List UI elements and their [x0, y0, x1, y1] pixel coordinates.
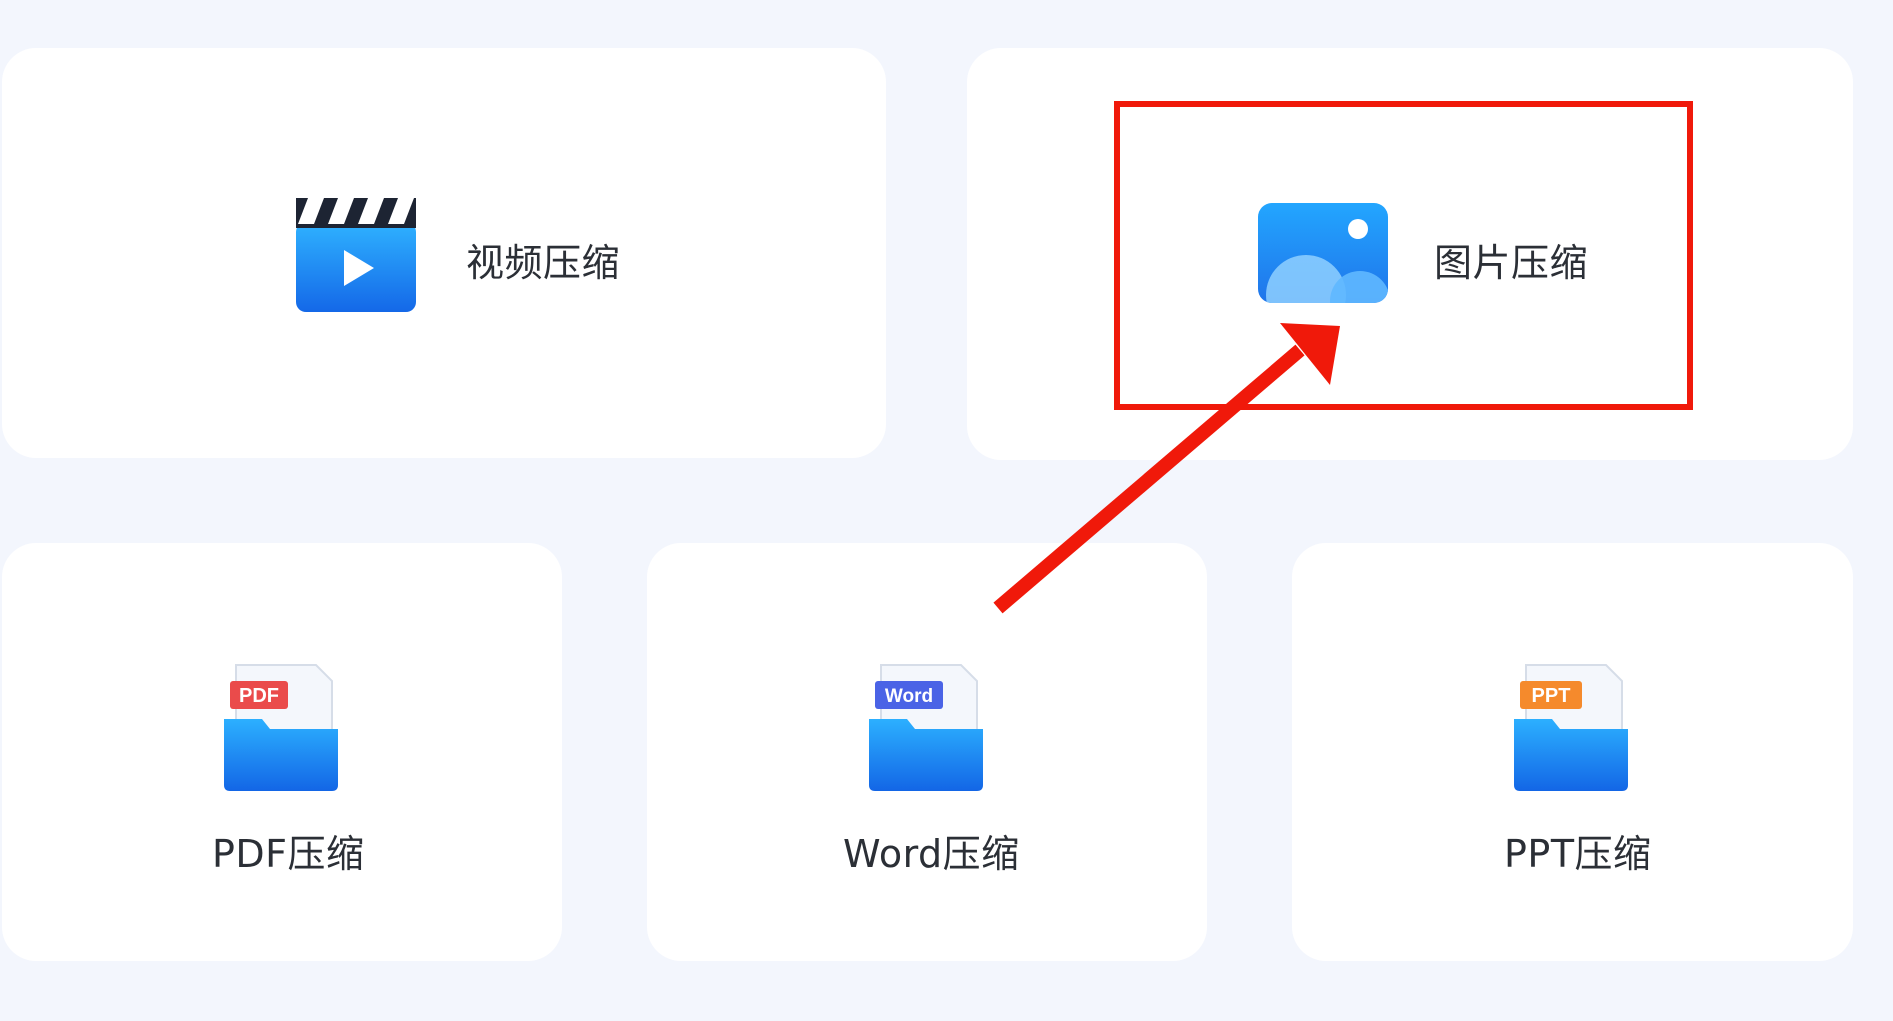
word-compress-card[interactable]: Word Word压缩 — [647, 543, 1207, 961]
pdf-compress-label: PDF压缩 — [212, 832, 365, 876]
video-clapper-icon — [296, 198, 416, 312]
pdf-folder-icon: PDF — [224, 664, 338, 791]
word-folder-icon: Word — [869, 664, 983, 791]
word-badge-text: Word — [885, 686, 933, 707]
video-compress-card[interactable]: 视频压缩 — [2, 48, 886, 458]
image-compress-label: 图片压缩 — [1434, 241, 1589, 285]
ppt-compress-card[interactable]: PPT PPT压缩 — [1292, 543, 1853, 961]
pdf-compress-card[interactable]: PDF PDF压缩 — [2, 543, 562, 961]
ppt-compress-label: PPT压缩 — [1504, 832, 1652, 876]
ppt-folder-icon: PPT — [1514, 664, 1628, 791]
pdf-badge-text: PDF — [239, 685, 279, 707]
image-compress-card[interactable]: 图片压缩 — [967, 48, 1853, 460]
word-compress-label: Word压缩 — [843, 832, 1020, 876]
ppt-badge-text: PPT — [1532, 685, 1571, 707]
video-compress-label: 视频压缩 — [466, 241, 621, 285]
image-icon — [1258, 203, 1388, 303]
